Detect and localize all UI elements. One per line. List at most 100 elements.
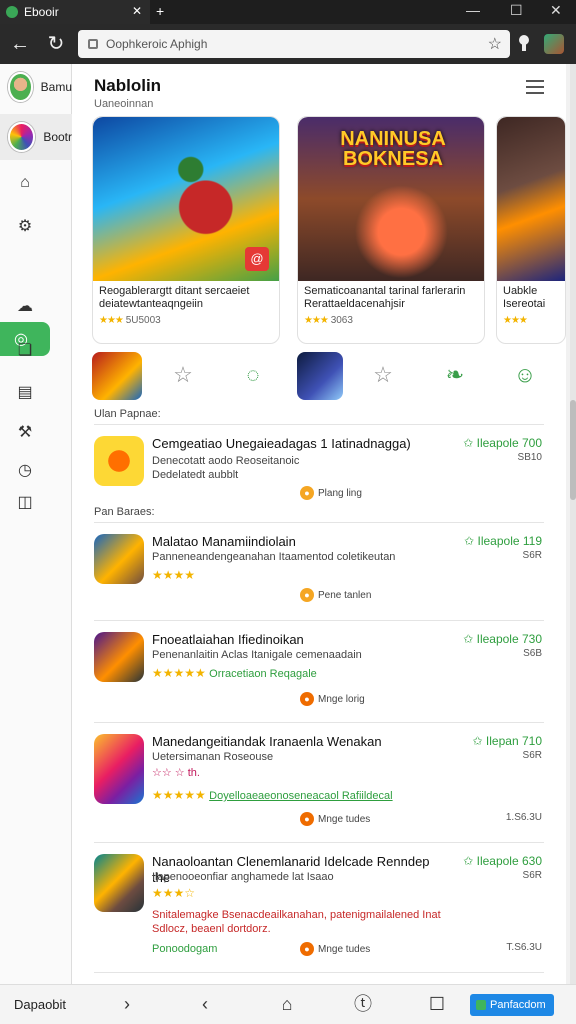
app-description: Denecotatt aodo Reoseitanoic <box>152 455 300 467</box>
page-title: Nablolin <box>94 76 162 95</box>
app-tag: Orracetiaon Reqagale <box>209 668 317 680</box>
profile-avatar[interactable] <box>544 34 564 54</box>
hammer-icon[interactable]: ⚒ <box>14 422 36 444</box>
minimize-button[interactable]: — <box>466 2 480 18</box>
tag-icon: ● <box>300 942 314 956</box>
url-text: Oophkeroic Aphigh <box>106 37 208 51</box>
rating-count: 3063 <box>330 315 353 326</box>
star-icon[interactable]: ☆ <box>370 362 396 388</box>
new-tab-button[interactable]: + <box>156 3 164 19</box>
url-field[interactable]: Oophkeroic Aphigh ☆ <box>78 30 510 58</box>
featured-card-2[interactable]: NANINUSA BOKNESA Sematicoanantal tarinal … <box>297 116 485 344</box>
rating-count: 5U5003 <box>125 315 161 326</box>
chat-icon[interactable]: ☺ <box>512 362 538 388</box>
bookmark-star-icon[interactable]: ☆ <box>488 34 502 54</box>
price-label: ✩ Ileapole 119 <box>464 534 542 548</box>
rating-stars: ★★★★★ Doyelloaeaeonoseneacaol Rafiildeca… <box>152 788 393 802</box>
tab-close-icon[interactable]: ✕ <box>132 4 142 18</box>
note-icon[interactable]: ▤ <box>14 382 36 404</box>
app-description: Uetersimanan Roseouse <box>152 751 274 763</box>
reload-button[interactable]: ↻ <box>44 32 68 56</box>
rating-stars: ★★★ <box>503 315 528 326</box>
tab-favicon-icon <box>6 6 18 18</box>
price-sub: SB10 <box>517 452 542 463</box>
rating-stars: ★★★★ <box>152 568 196 582</box>
stars: ★★★★★ <box>152 666 206 680</box>
tag-chip[interactable]: ● Pene tanlen <box>300 588 371 602</box>
back-icon[interactable]: ‹ <box>194 993 216 1015</box>
action-button[interactable]: Panfacdom <box>470 994 554 1016</box>
bookmark-icon[interactable]: ❏ <box>14 340 36 362</box>
price-sub: S6R <box>522 750 542 761</box>
extension-icon[interactable] <box>514 34 534 54</box>
tab-title: Ebooir <box>24 5 59 19</box>
rating-stars: ★★★ <box>304 315 329 326</box>
tag-icon: ● <box>300 692 314 706</box>
tabs-icon[interactable]: ☐ <box>426 993 448 1015</box>
game-logo-line-1: NANINUSA <box>340 128 446 150</box>
app-icon <box>94 632 144 682</box>
tag-icon: ● <box>300 588 314 602</box>
app-description: Ilapenooeonfiar anghamede lat Isaao <box>152 871 334 883</box>
app-description-2: ☆☆ ☆ th. <box>152 767 200 779</box>
menu-icon[interactable] <box>526 80 544 94</box>
comment-icon[interactable]: ◌ <box>240 362 266 388</box>
cloud-icon[interactable]: ☁ <box>14 296 36 318</box>
section-label: Pan Baraes: <box>94 506 155 518</box>
app-thumb[interactable] <box>297 352 343 400</box>
app-description: Panneneandengeanahan Itaamentod coletike… <box>152 551 396 563</box>
featured-card-3[interactable]: Uabkle Isereotai ★★★ <box>496 116 566 344</box>
bottom-label[interactable]: Dapaobit <box>14 997 66 1012</box>
tag-chip[interactable]: ● Mnge lorig <box>300 692 365 706</box>
price-label: ✩ Ilepan 710 <box>472 734 542 748</box>
scrollbar-track[interactable] <box>570 64 576 984</box>
app-tag-link[interactable]: Doyelloaeaeonoseneacaol Rafiildecal <box>209 790 392 802</box>
chart-icon[interactable]: ◫ <box>14 492 36 514</box>
maximize-button[interactable]: ☐ <box>510 2 523 19</box>
app-icon <box>94 854 144 912</box>
price-label: ✩ Ileapole 700 <box>463 436 542 450</box>
tag-chip[interactable]: ● Plang ling <box>300 486 362 500</box>
puzzle-icon[interactable]: ⚙ <box>14 216 36 238</box>
browser-tab[interactable]: Ebooir ✕ <box>0 0 150 24</box>
history-icon[interactable]: ⓣ <box>352 993 374 1015</box>
price-sub: S6R <box>522 550 542 561</box>
app-thumb[interactable] <box>92 352 142 400</box>
app-title: Cemgeatiao Unegaieadagas 1 Iatinadnagga) <box>152 436 411 451</box>
main-panel: Nablolin Uaneoinnan @ Reogablerargtt dit… <box>72 64 566 984</box>
warning-text: Snitalemagke Bsenacdeailkanahan, patenig… <box>152 909 441 935</box>
home-icon[interactable]: ⌂ <box>14 172 36 194</box>
tag-icon: ● <box>300 486 314 500</box>
chip-label: Mnge tudes <box>318 813 371 825</box>
back-button[interactable]: ← <box>8 32 32 56</box>
app-title: Malatao Manamiindiolain <box>152 534 296 549</box>
tag-chip[interactable]: ● Mnge tudes <box>300 812 370 826</box>
featured-image <box>497 117 565 281</box>
featured-image: NANINUSA BOKNESA <box>298 117 484 281</box>
window-titlebar: Ebooir ✕ + — ☐ ✕ <box>0 0 576 24</box>
forward-icon[interactable]: › <box>116 993 138 1015</box>
address-bar: ← ↻ Oophkeroic Aphigh ☆ <box>0 24 576 64</box>
leaf-icon[interactable]: ❧ <box>442 362 468 388</box>
home-icon[interactable]: ⌂ <box>276 993 298 1015</box>
scrollbar-thumb[interactable] <box>570 400 576 500</box>
price-label: ✩ Ileapole 730 <box>463 632 542 646</box>
app-description: Penenanlaitin Aclas Itanigale cemenaadai… <box>152 649 362 661</box>
clock-icon[interactable]: ◷ <box>14 460 36 482</box>
close-window-button[interactable]: ✕ <box>550 2 562 19</box>
app-title: Fnoeatlaiahan Ifiedinoikan <box>152 632 304 647</box>
tag-chip[interactable]: ● Mnge tudes <box>300 942 370 956</box>
app-title: Manedangeitiandak Iranaenla Wenakan <box>152 734 382 749</box>
featured-card-1[interactable]: @ Reogablerargtt ditant sercaeiet deiate… <box>92 116 280 344</box>
rating-stars: ★★★★★ Orracetiaon Reqagale <box>152 666 317 680</box>
app-icon <box>94 734 144 804</box>
sidebar-account-1[interactable]: Bamu <box>0 64 72 110</box>
bottom-bar: Dapaobit › ‹ ⌂ ⓣ ☐ Panfacdom <box>0 984 576 1024</box>
divider <box>94 972 544 973</box>
chip-label: Mnge lorig <box>318 693 365 705</box>
chip-label: Mnge tudes <box>318 943 371 955</box>
sidebar-account-2[interactable]: Bootr <box>0 114 72 160</box>
account-name: Bootr <box>43 130 72 144</box>
star-icon[interactable]: ☆ <box>170 362 196 388</box>
card-rating: ★★★ <box>503 315 528 326</box>
